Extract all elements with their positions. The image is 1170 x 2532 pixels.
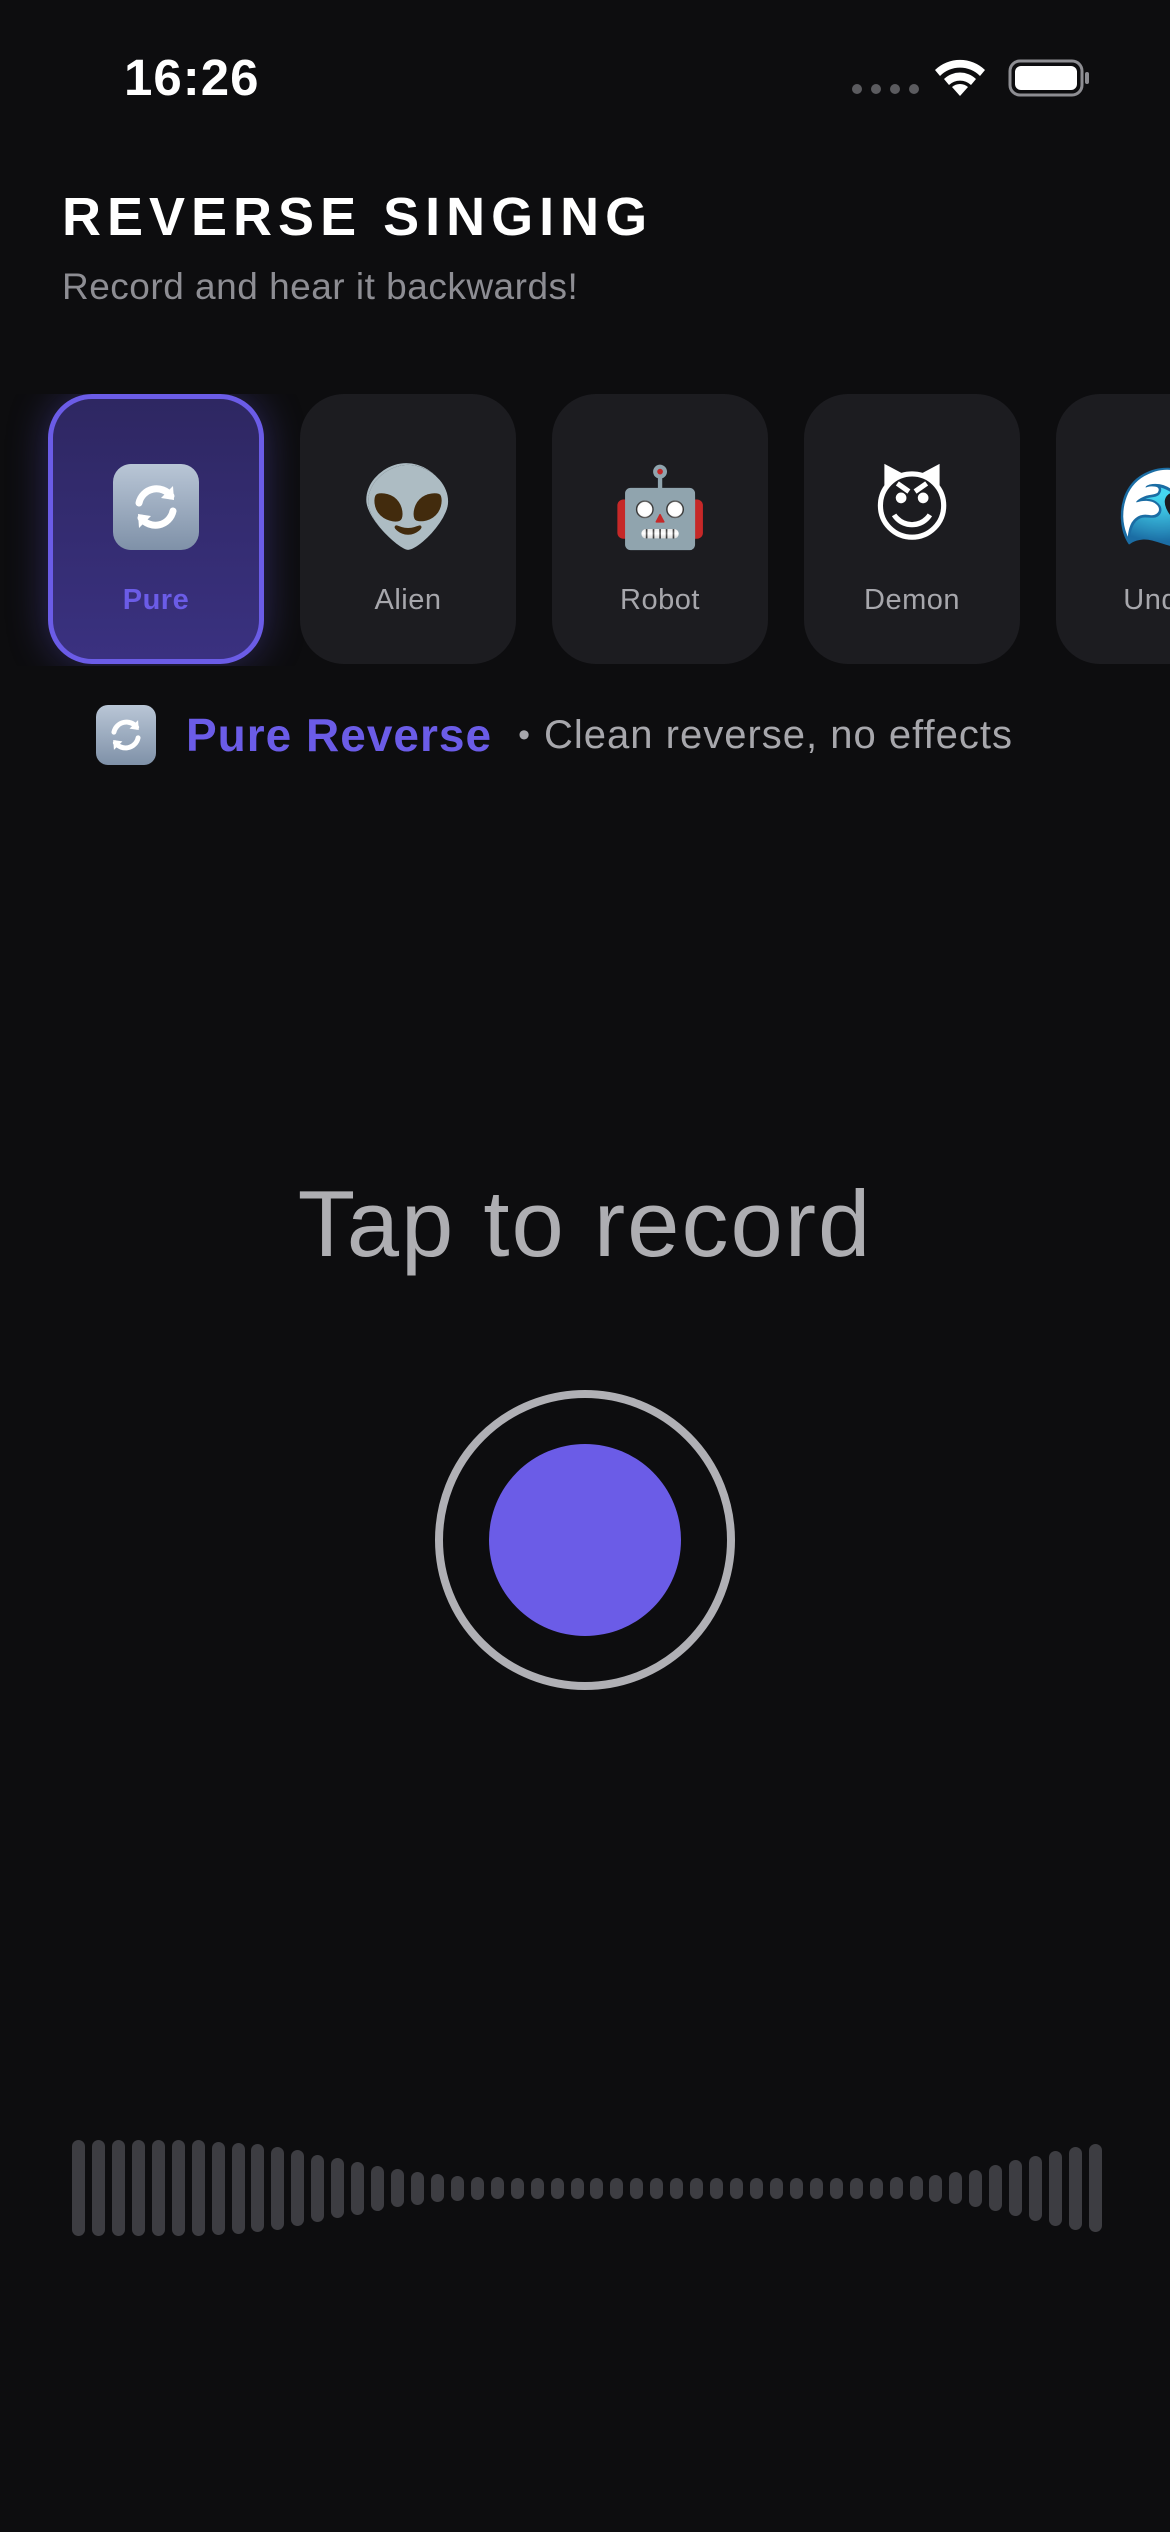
effect-card-label: Alien [374, 584, 442, 616]
waveform-bar [571, 2178, 584, 2199]
effect-card-underwater[interactable]: 🌊 Under [1056, 394, 1170, 664]
waveform-bar [630, 2178, 643, 2199]
waveform-bar [172, 2140, 185, 2236]
waveform-bar [870, 2178, 883, 2199]
effect-card-robot[interactable]: 🤖 Robot [552, 394, 768, 664]
waveform-bar [491, 2177, 504, 2199]
waveform-bar [511, 2178, 524, 2199]
effects-carousel[interactable]: Pure 👽 Alien 🤖 Robot 😈 Demon 🌊 Under [0, 394, 1170, 666]
waveform-bar [531, 2178, 544, 2199]
effect-card-label: Pure [122, 584, 190, 616]
effect-card-pure[interactable]: Pure [48, 394, 264, 664]
waveform-bar [331, 2158, 344, 2218]
waveform-bar [850, 2178, 863, 2199]
pure-reverse-icon [113, 462, 199, 552]
waveform-bar [730, 2178, 743, 2199]
waveform-bar [232, 2143, 245, 2234]
waveform-bar [271, 2147, 284, 2230]
waveform [72, 2140, 1102, 2236]
waveform-bar [650, 2178, 663, 2199]
waveform-bar [989, 2165, 1002, 2211]
record-prompt: Tap to record [297, 1171, 873, 1276]
waveform-bar [311, 2155, 324, 2222]
waveform-bar [391, 2169, 404, 2207]
effect-card-demon[interactable]: 😈 Demon [804, 394, 1020, 664]
record-button[interactable] [435, 1390, 735, 1690]
waveform-bar [212, 2142, 225, 2235]
waveform-bar [710, 2178, 723, 2199]
effect-card-alien[interactable]: 👽 Alien [300, 394, 516, 664]
demon-icon: 😈 [871, 463, 953, 551]
effect-card-label: Under [1123, 584, 1170, 616]
waveform-bar [969, 2170, 982, 2207]
status-time: 16:26 [124, 49, 260, 106]
selected-effect-description: Clean reverse, no effects [544, 712, 1013, 757]
robot-icon: 🤖 [611, 463, 709, 551]
waveform-bar [1089, 2144, 1102, 2232]
waveform-bar [830, 2178, 843, 2199]
waveform-bar [72, 2140, 85, 2236]
waveform-bar [929, 2175, 942, 2202]
wifi-icon [935, 59, 985, 96]
screen: 16:26 REVERSE SINGING Record and hear it… [0, 0, 1170, 2532]
waveform-bar [431, 2174, 444, 2202]
signal-dots-icon [852, 84, 919, 94]
wave-icon: 🌊 [1115, 463, 1170, 551]
waveform-bar [790, 2178, 803, 2199]
selected-effect-name: Pure Reverse [186, 709, 493, 761]
waveform-bar [1049, 2151, 1062, 2226]
waveform-bar [411, 2172, 424, 2205]
waveform-bar [371, 2166, 384, 2211]
effect-card-label: Demon [864, 584, 960, 616]
effect-card-label: Robot [620, 584, 700, 616]
waveform-bar [610, 2178, 623, 2199]
waveform-bar [890, 2177, 903, 2199]
waveform-bar [351, 2162, 364, 2215]
waveform-bar [251, 2144, 264, 2232]
app-title: REVERSE SINGING [62, 187, 654, 247]
waveform-bar [92, 2140, 105, 2236]
waveform-bar [1069, 2147, 1082, 2230]
waveform-bar [750, 2178, 763, 2199]
waveform-bar [810, 2178, 823, 2199]
waveform-bar [590, 2178, 603, 2199]
separator-dot: • [518, 715, 530, 754]
waveform-bar [690, 2178, 703, 2199]
waveform-bar [551, 2178, 564, 2199]
waveform-bar [949, 2172, 962, 2204]
selected-effect-info: Pure Reverse • Clean reverse, no effects [96, 700, 1013, 770]
waveform-bar [910, 2176, 923, 2200]
waveform-bar [291, 2150, 304, 2226]
waveform-bar [112, 2140, 125, 2236]
battery-icon [1008, 59, 1089, 97]
waveform-bar [132, 2140, 145, 2236]
waveform-bar [451, 2176, 464, 2201]
waveform-bar [670, 2178, 683, 2199]
waveform-bar [471, 2177, 484, 2200]
status-bar: 16:26 [0, 0, 1170, 150]
waveform-bar [1009, 2160, 1022, 2216]
waveform-bar [152, 2140, 165, 2236]
pure-reverse-icon [96, 705, 156, 765]
app-subtitle: Record and hear it backwards! [62, 266, 579, 307]
waveform-bar [1029, 2156, 1042, 2221]
record-dot-icon [489, 1444, 681, 1636]
waveform-bar [192, 2140, 205, 2236]
waveform-bar [770, 2178, 783, 2199]
alien-icon: 👽 [359, 463, 457, 551]
